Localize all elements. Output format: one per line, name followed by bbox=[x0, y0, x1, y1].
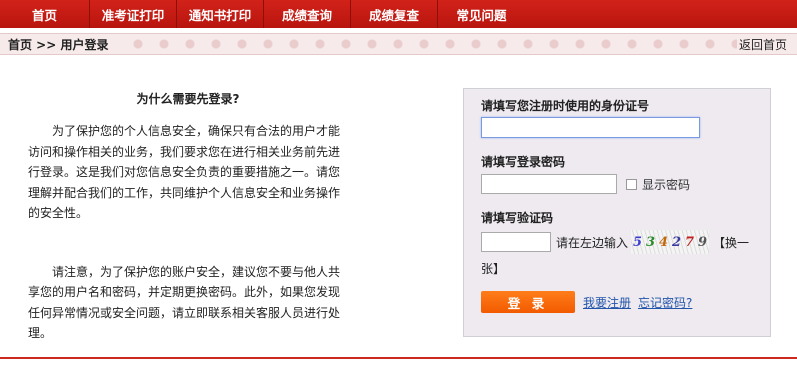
id-number-label: 请填写您注册时使用的身份证号 bbox=[481, 99, 650, 113]
captcha-char: 5 bbox=[632, 234, 643, 250]
nav-item-admission-ticket[interactable]: 准考证打印 bbox=[90, 0, 177, 28]
captcha-image[interactable]: 5 3 4 2 7 9 bbox=[631, 230, 710, 254]
top-nav: 首页 准考证打印 通知书打印 成绩查询 成绩复查 常见问题 bbox=[0, 0, 797, 28]
show-password-checkbox[interactable] bbox=[626, 178, 637, 190]
id-number-input[interactable] bbox=[481, 117, 700, 138]
login-button[interactable]: 登 录 bbox=[481, 291, 575, 313]
explanation-paragraph-2: 请注意，为了保护您的账户安全，建议您不要与他人共享您的用户名和密码，并定期更换密… bbox=[28, 264, 341, 341]
explanation-title: 为什么需要先登录? bbox=[136, 92, 240, 106]
login-panel: 请填写您注册时使用的身份证号 请填写登录密码 显示密码 请填写验证码 请在左边输… bbox=[463, 88, 771, 337]
explanation-paragraph-1: 为了保护您的个人信息安全，确保只有合法的用户才能访问和操作相关的业务，我们要求您… bbox=[28, 124, 341, 220]
captcha-char: 3 bbox=[645, 234, 656, 250]
footer-divider bbox=[0, 357, 797, 359]
refresh-captcha-link[interactable]: 【换一 bbox=[713, 234, 749, 251]
nav-item-score-review[interactable]: 成绩复查 bbox=[351, 0, 438, 28]
nav-item-home[interactable]: 首页 bbox=[0, 0, 90, 28]
captcha-char: 4 bbox=[658, 234, 669, 250]
nav-item-score-query[interactable]: 成绩查询 bbox=[264, 0, 351, 28]
captcha-input[interactable] bbox=[481, 232, 551, 252]
breadcrumb: 首页 >> 用户登录 bbox=[8, 37, 109, 52]
login-explanation: 为什么需要先登录? 为了保护您的个人信息安全，确保只有合法的用户才能访问和操作相… bbox=[28, 90, 348, 344]
password-label: 请填写登录密码 bbox=[481, 155, 566, 169]
password-input[interactable] bbox=[481, 174, 617, 194]
nav-item-faq[interactable]: 常见问题 bbox=[438, 0, 525, 28]
captcha-char: 9 bbox=[697, 234, 708, 250]
captcha-char: 7 bbox=[684, 234, 695, 250]
back-home-link[interactable]: 返回首页 bbox=[739, 36, 787, 53]
captcha-hint: 请在左边输入 bbox=[556, 235, 629, 250]
forgot-password-link[interactable]: 忘记密码? bbox=[638, 294, 692, 311]
refresh-captcha-link-continued[interactable]: 张】 bbox=[481, 260, 753, 277]
nav-item-notice-print[interactable]: 通知书打印 bbox=[177, 0, 264, 28]
decorative-pattern bbox=[130, 37, 737, 51]
breadcrumb-bar: 首页 >> 用户登录 返回首页 bbox=[0, 33, 797, 55]
show-password-label: 显示密码 bbox=[642, 177, 691, 192]
captcha-label: 请填写验证码 bbox=[481, 211, 554, 225]
captcha-char: 2 bbox=[671, 234, 682, 250]
register-link[interactable]: 我要注册 bbox=[583, 294, 631, 311]
